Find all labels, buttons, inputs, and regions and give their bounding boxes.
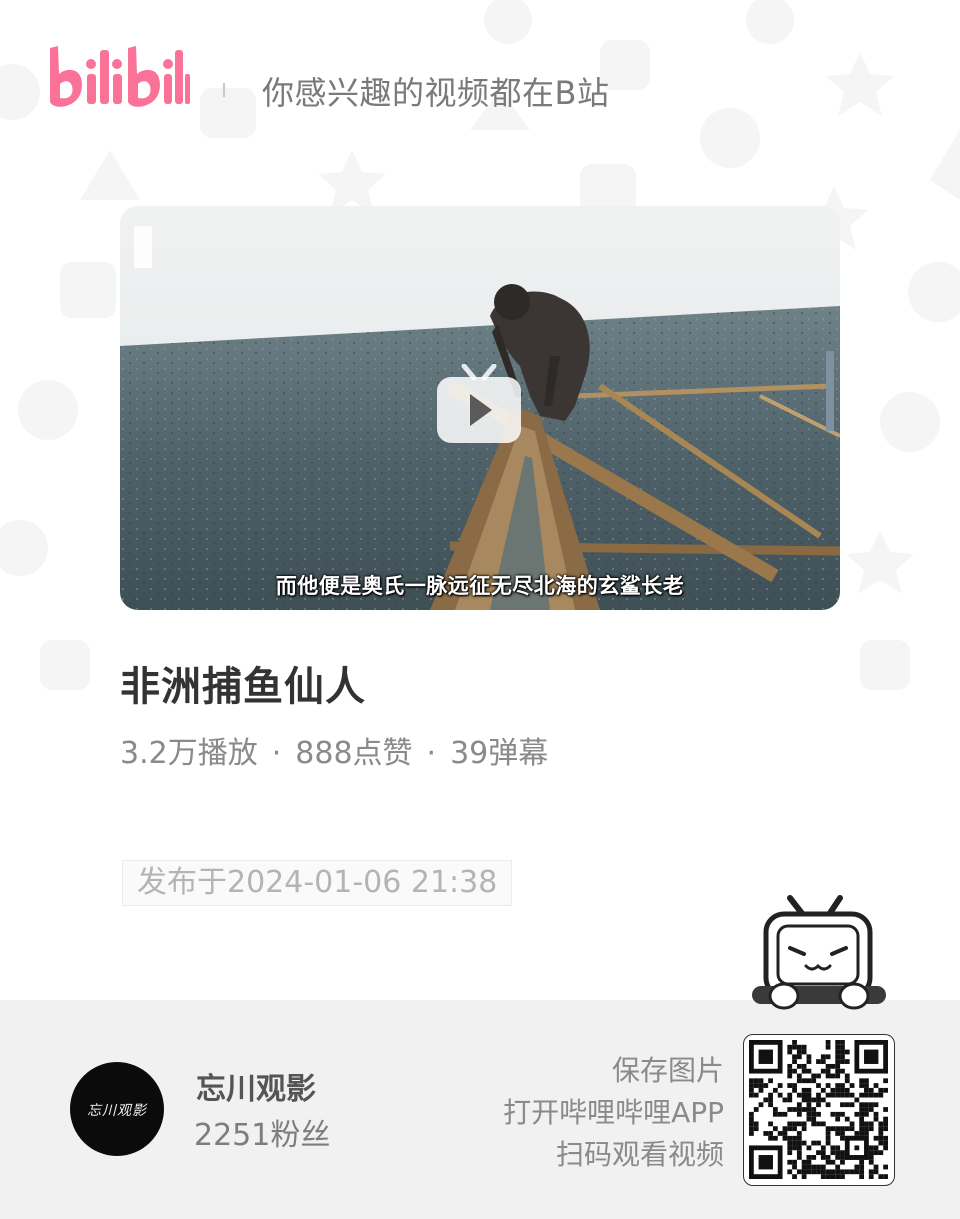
tv-play-icon[interactable] [436,364,522,444]
uploader-avatar[interactable]: 忘川观影 [70,1062,164,1156]
danmaku-count: 39弹幕 [450,736,549,771]
stats-separator: · [271,736,282,771]
qr-code-pattern [749,1040,888,1179]
bilibili-tv-mascot-icon [752,895,886,1010]
header: 你感兴趣的视频都在B站 [0,0,960,180]
avatar-text: 忘川观影 [87,1103,147,1119]
uploader-name[interactable]: 忘川观影 [196,1064,316,1108]
app-promo: 保存图片 打开哔哩哔哩APP 扫码观看视频 [503,1050,724,1176]
bilibili-logo[interactable] [44,44,190,114]
stats-separator: · [426,736,437,771]
promo-line-open-app: 打开哔哩哔哩APP [503,1096,724,1129]
promo-line-scan: 扫码观看视频 [555,1138,724,1171]
uploader-fans: 2251粉丝 [194,1118,331,1153]
header-tagline: 你感兴趣的视频都在B站 [262,74,610,112]
promo-line-save: 保存图片 [611,1054,724,1087]
video-thumbnail[interactable] [120,206,840,610]
header-divider [223,83,225,97]
like-count: 888点赞 [295,736,413,771]
video-subtitle: 而他便是奥氏一脉远征无尽北海的玄鲨长老 [275,574,685,598]
publish-date: 发布于2024-01-06 21:38 [122,860,513,906]
qr-code[interactable] [743,1034,895,1186]
video-stats: 3.2万播放 · 888点赞 · 39弹幕 [120,728,548,772]
play-count: 3.2万播放 [120,736,258,771]
video-title: 非洲捕鱼仙人 [120,664,366,710]
